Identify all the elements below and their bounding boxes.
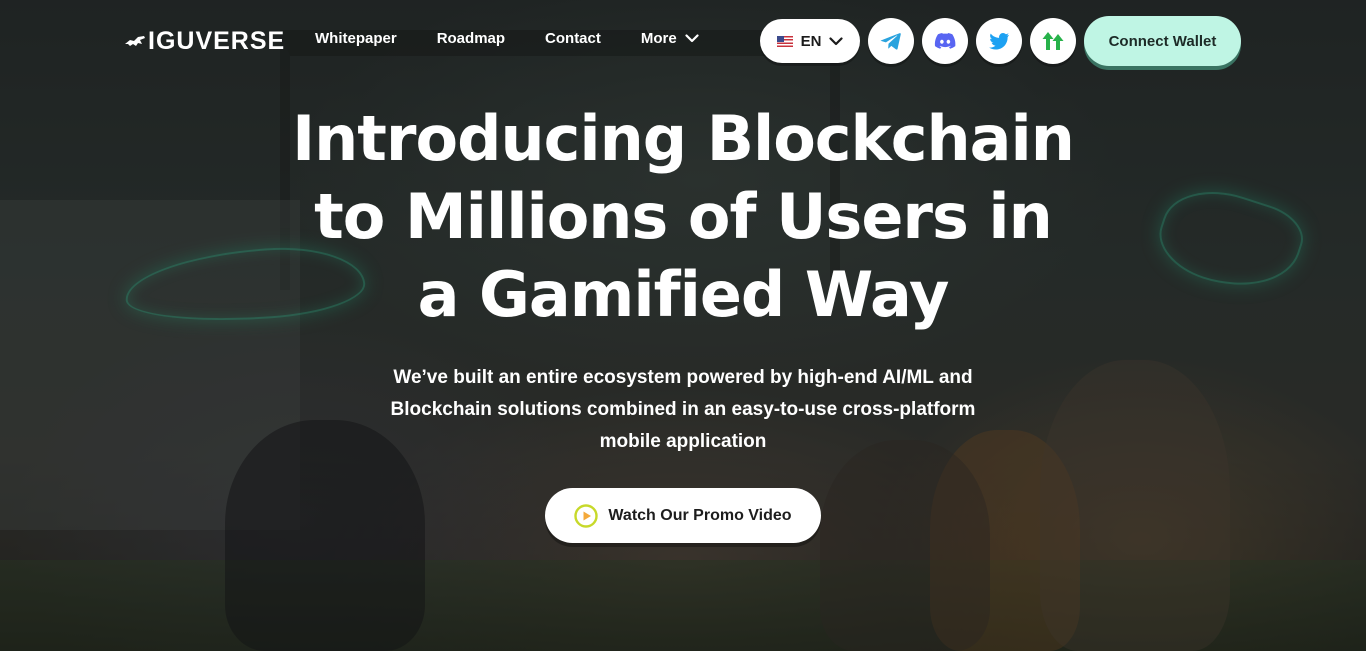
twitter-icon bbox=[989, 33, 1009, 50]
hero-title-line: Introducing Blockchain bbox=[292, 102, 1075, 175]
hero-subtitle-line: mobile application bbox=[599, 431, 767, 452]
iguana-logo-icon bbox=[125, 36, 145, 46]
nav-label: Contact bbox=[545, 30, 601, 47]
hero-subtitle-line: We’ve built an entire ecosystem powered … bbox=[393, 367, 973, 388]
chevron-down-icon bbox=[685, 34, 699, 43]
connect-wallet-button[interactable]: Connect Wallet bbox=[1084, 16, 1241, 66]
us-flag-icon bbox=[776, 35, 793, 47]
hero-subtitle-line: Blockchain solutions combined in an easy… bbox=[390, 399, 976, 420]
main-nav: Whitepaper Roadmap Contact More bbox=[315, 30, 739, 47]
nav-roadmap[interactable]: Roadmap bbox=[437, 30, 505, 47]
brand-logo[interactable]: IGUVERSE bbox=[124, 26, 285, 56]
nav-label: Whitepaper bbox=[315, 30, 397, 47]
language-label: EN bbox=[800, 32, 822, 50]
nav-contact[interactable]: Contact bbox=[545, 30, 601, 47]
discord-button[interactable] bbox=[922, 18, 968, 64]
upvote-arrows-icon bbox=[1042, 32, 1064, 50]
promo-button-label: Watch Our Promo Video bbox=[608, 506, 792, 524]
watch-promo-video-button[interactable]: Watch Our Promo Video bbox=[545, 488, 821, 543]
nav-label: Roadmap bbox=[436, 30, 506, 47]
hero-subtitle: We’ve built an entire ecosystem powered … bbox=[333, 362, 1033, 458]
telegram-button[interactable] bbox=[868, 18, 914, 64]
language-selector[interactable]: EN bbox=[760, 19, 860, 63]
upvote-button[interactable] bbox=[1030, 18, 1076, 64]
play-icon bbox=[574, 503, 599, 528]
chevron-down-icon bbox=[829, 36, 844, 45]
nav-more-dropdown[interactable]: More bbox=[641, 30, 699, 47]
telegram-icon bbox=[880, 33, 901, 50]
nav-whitepaper[interactable]: Whitepaper bbox=[315, 30, 397, 47]
hero-title-line: a Gamified Way bbox=[417, 258, 950, 331]
hero-title: Introducing Blockchain to Millions of Us… bbox=[183, 100, 1183, 334]
hero-title-line: to Millions of Users in bbox=[314, 180, 1053, 253]
twitter-button[interactable] bbox=[976, 18, 1022, 64]
site-header: IGUVERSE Whitepaper Roadmap Contact More… bbox=[0, 0, 1366, 80]
discord-icon bbox=[934, 33, 956, 49]
nav-label: More bbox=[640, 30, 677, 47]
brand-name: IGUVERSE bbox=[148, 26, 286, 55]
